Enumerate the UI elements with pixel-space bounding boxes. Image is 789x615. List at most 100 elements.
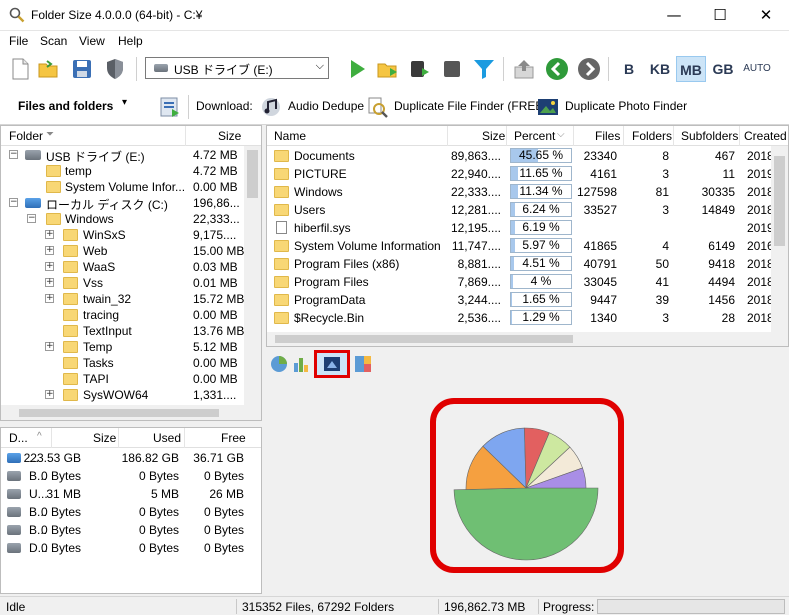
expand-icon[interactable]: + (45, 342, 54, 351)
folder-column-header[interactable]: Folder (9, 129, 43, 143)
expand-icon[interactable]: + (45, 278, 54, 287)
file-row[interactable]: Windows 22,333.... 11.34 % 127598 81 30335 201… (267, 183, 774, 201)
drive-row[interactable]: D... 0 Bytes 0 Bytes 0 Bytes (1, 539, 261, 557)
percent-column-header[interactable]: Percent (514, 129, 555, 143)
unit-kb-button[interactable]: KB (645, 56, 675, 82)
file-size-column-header[interactable]: Size (482, 129, 505, 143)
files-column-header[interactable]: Files (595, 129, 620, 143)
percent-label: 45.65 % (518, 148, 564, 162)
drive-combo-value: USB ドライブ (E:) (174, 63, 273, 77)
title-bar[interactable]: Folder Size 4.0.0.0 (64-bit) - C:¥ — ☐ ✕ (0, 0, 789, 31)
unit-auto-button[interactable]: AUTO (740, 56, 774, 82)
progress-label: Progress: (543, 600, 595, 614)
drive-row[interactable]: U... 31 MB 5 MB 26 MB (1, 485, 261, 503)
drive-combo[interactable]: USB ドライブ (E:) ⌵ (145, 57, 329, 79)
drive-free-column-header[interactable]: Free (221, 431, 246, 445)
expand-icon[interactable]: + (45, 246, 54, 255)
menu-view[interactable]: View (79, 34, 105, 48)
tree-horizontal-scrollbar[interactable] (1, 405, 261, 420)
drive-size-column-header[interactable]: Size (93, 431, 116, 445)
back-icon[interactable] (545, 57, 569, 81)
tree-item-size: 196,86... (193, 196, 240, 210)
menu-help[interactable]: Help (118, 34, 143, 48)
scan-play-icon[interactable] (345, 57, 369, 81)
stop-icon[interactable] (440, 57, 464, 81)
file-row[interactable]: PICTURE 22,940.... 11.65 % 4161 3 11 2019 (267, 165, 774, 183)
created-column-header[interactable]: Created (744, 129, 787, 143)
expand-icon[interactable]: + (45, 390, 54, 399)
menu-file[interactable]: File (9, 34, 28, 48)
up-folder-icon[interactable] (512, 57, 536, 81)
size-column-header[interactable]: Size (218, 129, 241, 143)
drive-free: 36.71 GB (193, 451, 244, 465)
file-row[interactable]: Users 12,281.... 6.24 % 33527 3 14849 2018 (267, 201, 774, 219)
subfolders-column-header[interactable]: Subfolders (681, 129, 738, 143)
view-selector-chevron-icon[interactable]: ▾ (122, 97, 127, 108)
file-name: System Volume Information (294, 239, 441, 253)
tree-vertical-scrollbar[interactable] (244, 146, 261, 406)
tree-item[interactable]: + SysWOW64 1,331.... (1, 386, 244, 404)
scan-folder-icon[interactable] (376, 57, 400, 81)
name-column-header[interactable]: Name (274, 129, 306, 143)
tree-item-name: System Volume Infor... (65, 180, 186, 194)
maximize-button[interactable]: ☐ (697, 0, 743, 31)
folder-count: 3 (662, 167, 669, 181)
treemap-chart-icon[interactable] (354, 355, 372, 373)
tree-item-name: twain_32 (83, 292, 132, 306)
scan-drive-icon[interactable] (408, 57, 432, 81)
folder-icon (46, 213, 61, 225)
percent-bar: 1.29 % (510, 310, 572, 325)
file-row[interactable]: hiberfil.sys 12,195.... 6.19 % 2019 (267, 219, 774, 237)
save-icon[interactable] (70, 57, 94, 81)
close-button[interactable]: ✕ (743, 0, 789, 31)
percent-bar: 45.65 % (510, 148, 572, 163)
app-icon (9, 7, 25, 23)
file-row[interactable]: Documents 89,863.... 45.65 % 23340 8 467 2018 (267, 147, 774, 165)
folder-icon (274, 312, 289, 324)
drive-row[interactable]: B... 0 Bytes 0 Bytes 0 Bytes (1, 521, 261, 539)
expand-icon[interactable]: + (45, 294, 54, 303)
duplicate-file-finder-link[interactable]: Duplicate File Finder (FREE) (394, 99, 547, 113)
shield-icon[interactable] (103, 57, 127, 81)
drive-used-column-header[interactable]: Used (153, 431, 181, 445)
minimize-button[interactable]: — (651, 0, 697, 31)
pie-chart-icon[interactable] (270, 355, 288, 373)
menu-scan[interactable]: Scan (40, 34, 67, 48)
files-horizontal-scrollbar[interactable] (267, 332, 788, 346)
collapse-icon[interactable]: − (27, 214, 36, 223)
view-selector[interactable]: Files and folders (18, 99, 113, 113)
expand-icon[interactable]: + (45, 230, 54, 239)
forward-icon[interactable] (577, 57, 601, 81)
folders-column-header[interactable]: Folders (632, 129, 672, 143)
open-folder-icon[interactable] (37, 57, 61, 81)
unit-b-button[interactable]: B (614, 56, 644, 82)
file-row[interactable]: Program Files (x86) 8,881.... 4.51 % 40791 5… (267, 255, 774, 273)
3d-pie-chart-icon[interactable] (323, 356, 341, 372)
percent-bar: 1.65 % (510, 292, 572, 307)
created-date: 2018 (747, 149, 774, 163)
folder-icon (274, 204, 289, 216)
tree-item-name: Web (83, 244, 108, 258)
file-row[interactable]: System Volume Information 11,747.... 5.97 … (267, 237, 774, 255)
file-row[interactable]: $Recycle.Bin 2,536.... 1.29 % 1340 3 28 2018 (267, 309, 774, 327)
new-icon[interactable] (8, 57, 32, 81)
file-row[interactable]: ProgramData 3,244.... 1.65 % 9447 39 1456 2018 (267, 291, 774, 309)
file-size: 12,281.... (450, 203, 501, 217)
filter-icon[interactable] (472, 57, 496, 81)
scan-list-icon[interactable] (158, 95, 182, 119)
file-row[interactable]: Program Files 7,869.... 4 % 33045 41 4494 2018 (267, 273, 774, 291)
drive-column-header[interactable]: D... (9, 431, 28, 445)
collapse-icon[interactable]: − (9, 198, 18, 207)
drive-row[interactable]: ... 223.53 GB 186.82 GB 36.71 GB (1, 449, 261, 467)
drive-row[interactable]: B... 0 Bytes 0 Bytes 0 Bytes (1, 467, 261, 485)
expand-icon[interactable]: + (45, 262, 54, 271)
collapse-icon[interactable]: − (9, 150, 18, 159)
duplicate-photo-finder-link[interactable]: Duplicate Photo Finder (565, 99, 687, 113)
chart-panel (266, 378, 789, 594)
unit-gb-button[interactable]: GB (708, 56, 738, 82)
unit-mb-button[interactable]: MB (676, 56, 706, 82)
drive-row[interactable]: B... 0 Bytes 0 Bytes 0 Bytes (1, 503, 261, 521)
bar-chart-icon[interactable] (292, 355, 310, 373)
files-vertical-scrollbar[interactable] (771, 146, 788, 334)
audio-dedupe-link[interactable]: Audio Dedupe (288, 99, 364, 113)
